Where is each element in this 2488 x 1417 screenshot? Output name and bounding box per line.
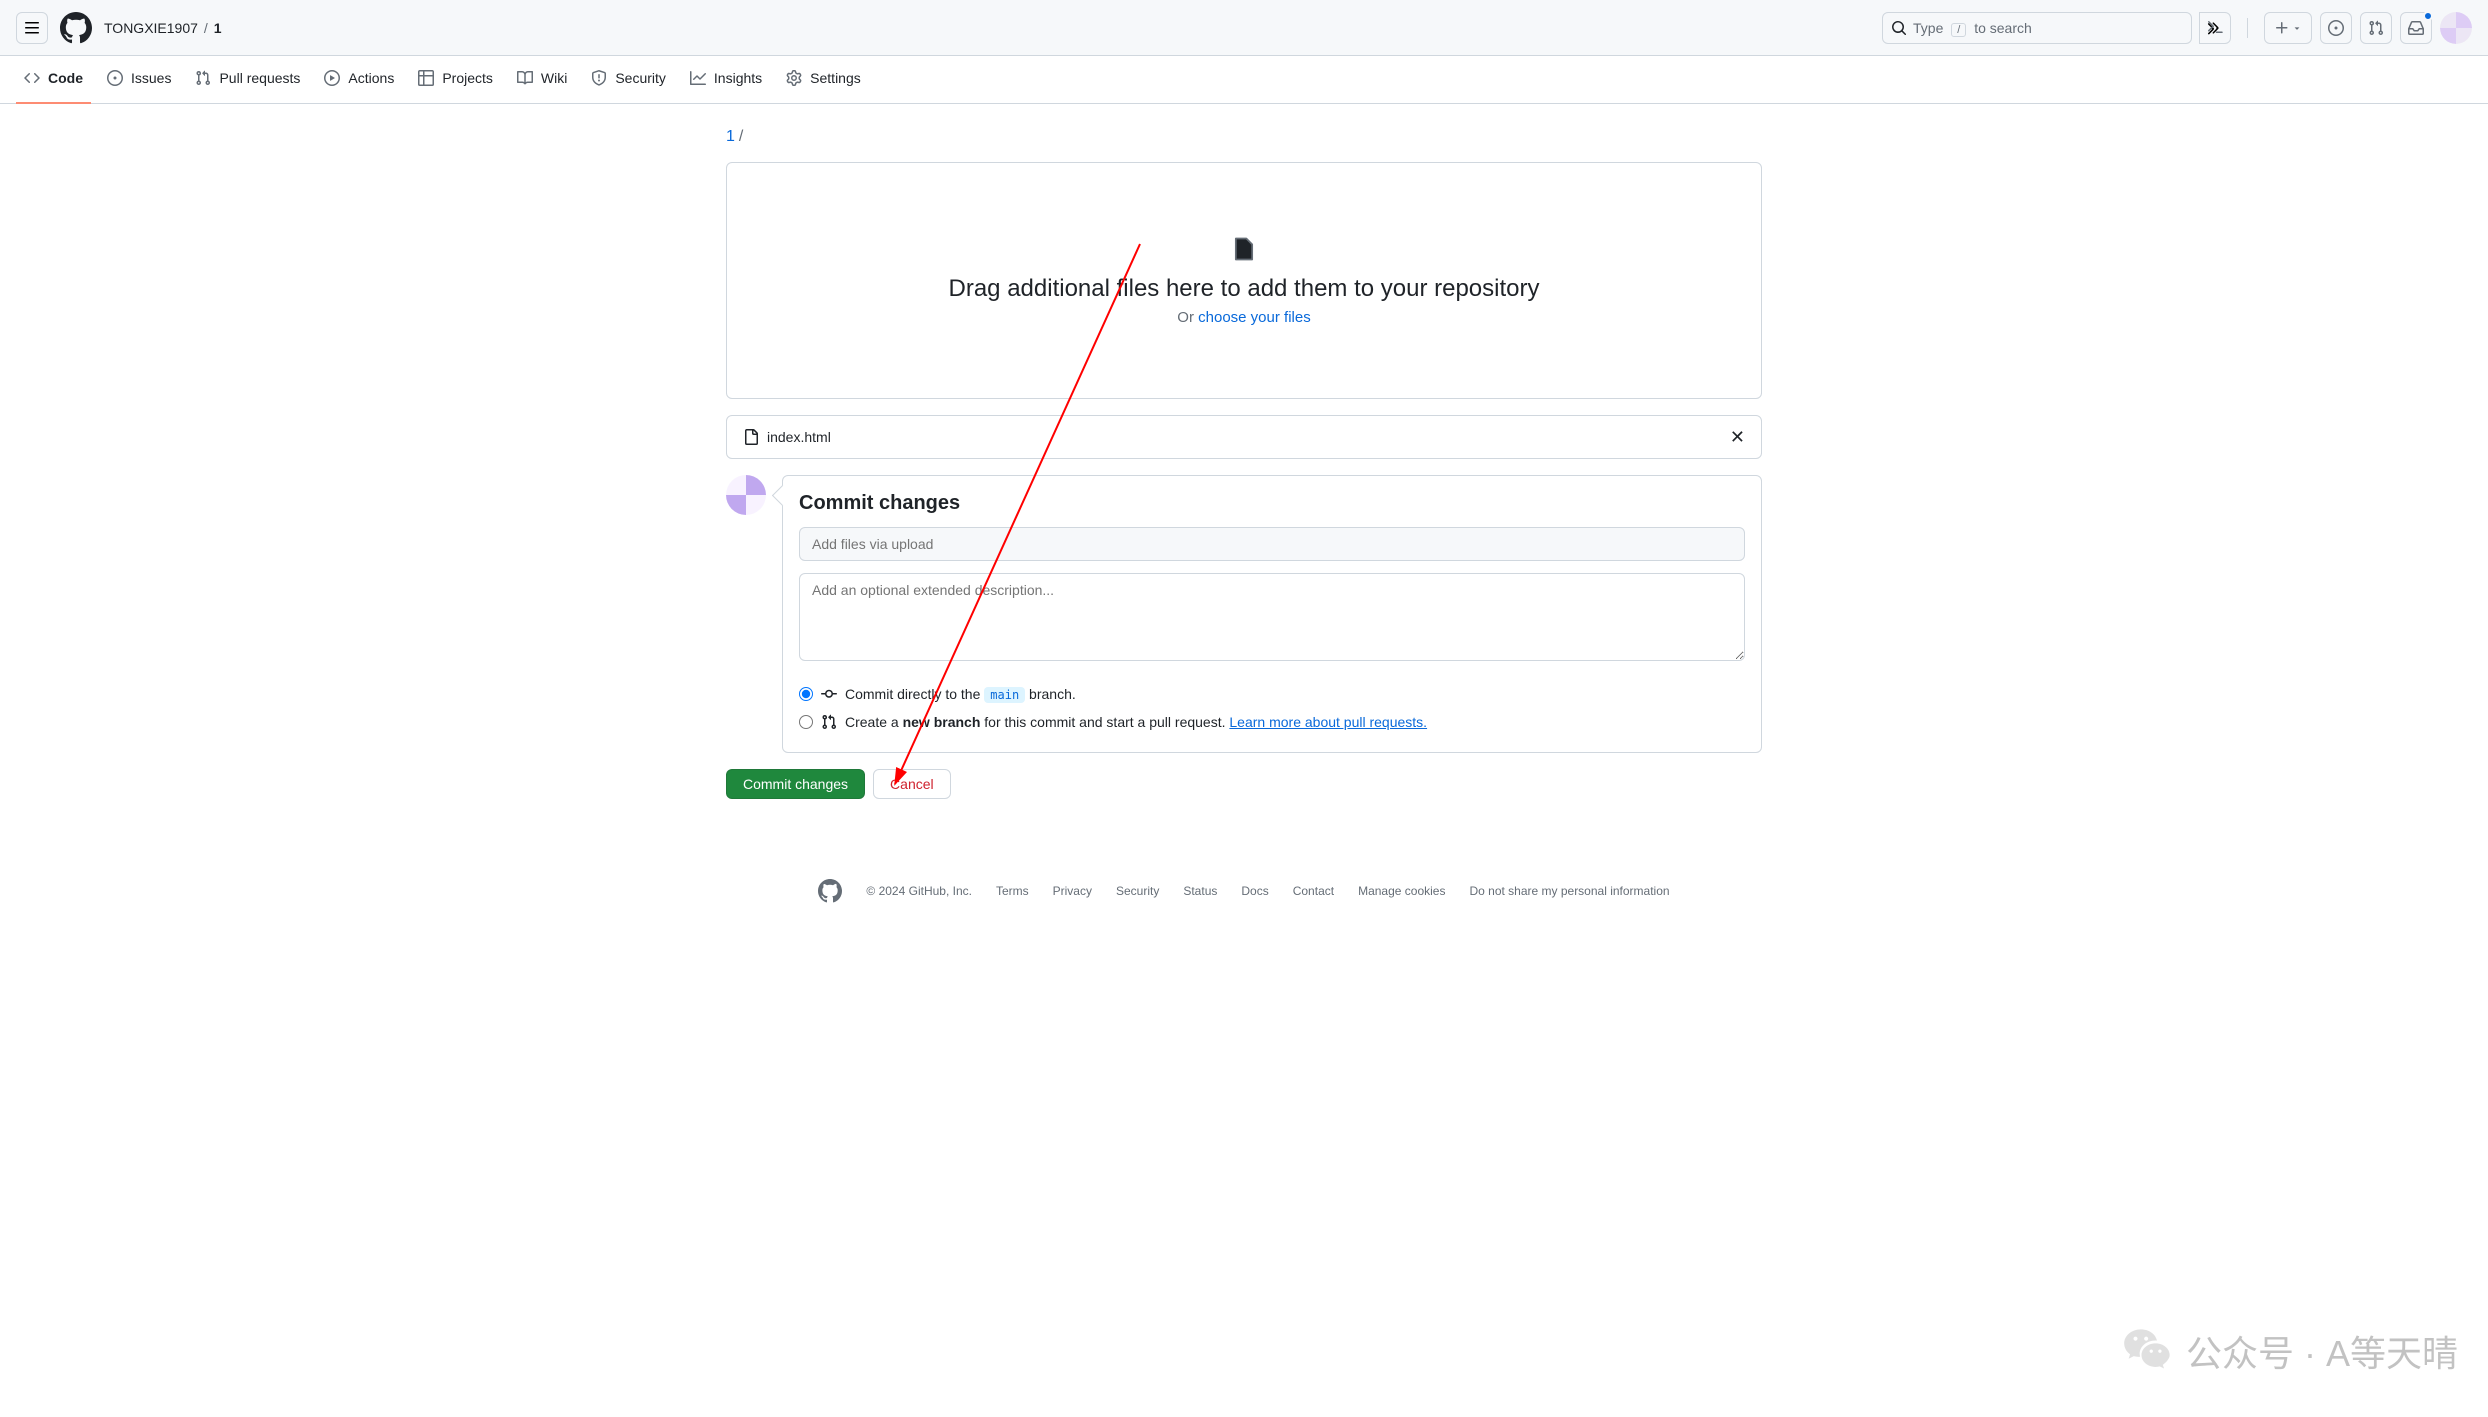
tab-actions[interactable]: Actions [316, 56, 402, 104]
graph-icon [690, 70, 706, 86]
commit-direct-radio[interactable] [799, 687, 813, 701]
github-logo-icon[interactable] [60, 12, 92, 44]
commit-heading: Commit changes [783, 476, 1761, 527]
commit-form: Commit changes Commit directly to the ma… [782, 475, 1762, 753]
issue-opened-icon [2328, 20, 2344, 36]
tab-code[interactable]: Code [16, 56, 91, 104]
issue-opened-icon [107, 70, 123, 86]
three-bars-icon [24, 20, 40, 36]
footer-link-security[interactable]: Security [1116, 884, 1159, 898]
search-input[interactable]: Type / to search [1882, 12, 2192, 44]
path-header: 1/ [726, 128, 1762, 146]
uploaded-file-name: index.html [767, 429, 831, 445]
pull-requests-button[interactable] [2360, 12, 2392, 44]
tab-label: Wiki [541, 70, 567, 86]
footer-link-donotshare[interactable]: Do not share my personal information [1469, 884, 1669, 898]
git-commit-icon [821, 686, 837, 702]
triangle-down-icon [2292, 23, 2302, 33]
file-icon [1230, 235, 1258, 263]
inbox-button[interactable] [2400, 12, 2432, 44]
tab-label: Security [615, 70, 666, 86]
git-pull-request-icon [2368, 20, 2384, 36]
dropzone-title: Drag additional files here to add them t… [759, 275, 1729, 303]
tab-insights[interactable]: Insights [682, 56, 770, 104]
footer-link-cookies[interactable]: Manage cookies [1358, 884, 1445, 898]
learn-pr-link[interactable]: Learn more about pull requests. [1229, 714, 1427, 730]
remove-file-button[interactable]: ✕ [1730, 428, 1745, 446]
footer-link-contact[interactable]: Contact [1293, 884, 1334, 898]
search-icon [1891, 20, 1907, 36]
search-placeholder-prefix: Type [1913, 20, 1943, 36]
footer-link-docs[interactable]: Docs [1241, 884, 1268, 898]
search-placeholder-suffix: to search [1974, 20, 2032, 36]
gear-icon [786, 70, 802, 86]
footer-link-terms[interactable]: Terms [996, 884, 1029, 898]
footer: © 2024 GitHub, Inc. Terms Privacy Securi… [726, 855, 1762, 927]
table-icon [418, 70, 434, 86]
tab-label: Insights [714, 70, 762, 86]
breadcrumb: TONGXIE1907 / 1 [104, 20, 222, 36]
tab-label: Projects [442, 70, 493, 86]
cancel-button[interactable]: Cancel [873, 769, 951, 799]
user-avatar-button[interactable] [2440, 12, 2472, 44]
command-palette-icon [2207, 20, 2223, 36]
code-icon [24, 70, 40, 86]
commit-direct-label: Commit directly to the main branch. [845, 686, 1076, 702]
create-new-button[interactable] [2264, 12, 2312, 44]
breadcrumb-separator: / [204, 20, 208, 36]
tab-pull-requests[interactable]: Pull requests [187, 56, 308, 104]
footer-copyright: © 2024 GitHub, Inc. [866, 884, 972, 898]
play-icon [324, 70, 340, 86]
search-slash-key: / [1951, 23, 1966, 37]
inbox-icon [2408, 20, 2424, 36]
file-dropzone[interactable]: Drag additional files here to add them t… [726, 162, 1762, 399]
uploaded-file-row: index.html ✕ [726, 415, 1762, 459]
tab-security[interactable]: Security [583, 56, 674, 104]
commit-new-branch-radio[interactable] [799, 715, 813, 729]
tab-issues[interactable]: Issues [99, 56, 179, 104]
git-pull-request-icon [821, 714, 837, 730]
tab-label: Issues [131, 70, 171, 86]
github-mark-icon[interactable] [818, 879, 842, 903]
divider [2247, 18, 2248, 38]
commit-description-textarea[interactable] [799, 573, 1745, 661]
tab-label: Actions [348, 70, 394, 86]
issues-button[interactable] [2320, 12, 2352, 44]
footer-link-privacy[interactable]: Privacy [1053, 884, 1092, 898]
repo-root-link[interactable]: 1 [726, 128, 735, 145]
avatar-image [2440, 12, 2472, 44]
watermark: 公众号 · A等天晴 [2122, 1325, 2458, 1377]
hamburger-menu-button[interactable] [16, 12, 48, 44]
tab-label: Settings [810, 70, 861, 86]
commit-summary-input[interactable] [799, 527, 1745, 561]
breadcrumb-owner-link[interactable]: TONGXIE1907 [104, 20, 198, 36]
book-icon [517, 70, 533, 86]
dropzone-subtitle: Or choose your files [759, 309, 1729, 326]
file-icon [743, 429, 759, 445]
tab-projects[interactable]: Projects [410, 56, 501, 104]
git-pull-request-icon [195, 70, 211, 86]
choose-files-link[interactable]: choose your files [1198, 309, 1311, 326]
path-separator: / [739, 128, 743, 145]
shield-icon [591, 70, 607, 86]
top-header: TONGXIE1907 / 1 Type / to search [0, 0, 2488, 56]
footer-link-status[interactable]: Status [1183, 884, 1217, 898]
commit-changes-button[interactable]: Commit changes [726, 769, 865, 799]
tab-label: Pull requests [219, 70, 300, 86]
wechat-icon [2122, 1325, 2174, 1377]
commit-new-branch-label: Create a new branch for this commit and … [845, 714, 1427, 730]
plus-icon [2274, 20, 2290, 36]
commit-avatar [726, 475, 766, 515]
tab-settings[interactable]: Settings [778, 56, 869, 104]
tab-wiki[interactable]: Wiki [509, 56, 575, 104]
breadcrumb-repo-link[interactable]: 1 [214, 20, 222, 36]
command-palette-button[interactable] [2199, 12, 2231, 44]
repo-nav: Code Issues Pull requests Actions Projec… [0, 56, 2488, 104]
tab-label: Code [48, 70, 83, 86]
notification-indicator [2423, 11, 2433, 21]
